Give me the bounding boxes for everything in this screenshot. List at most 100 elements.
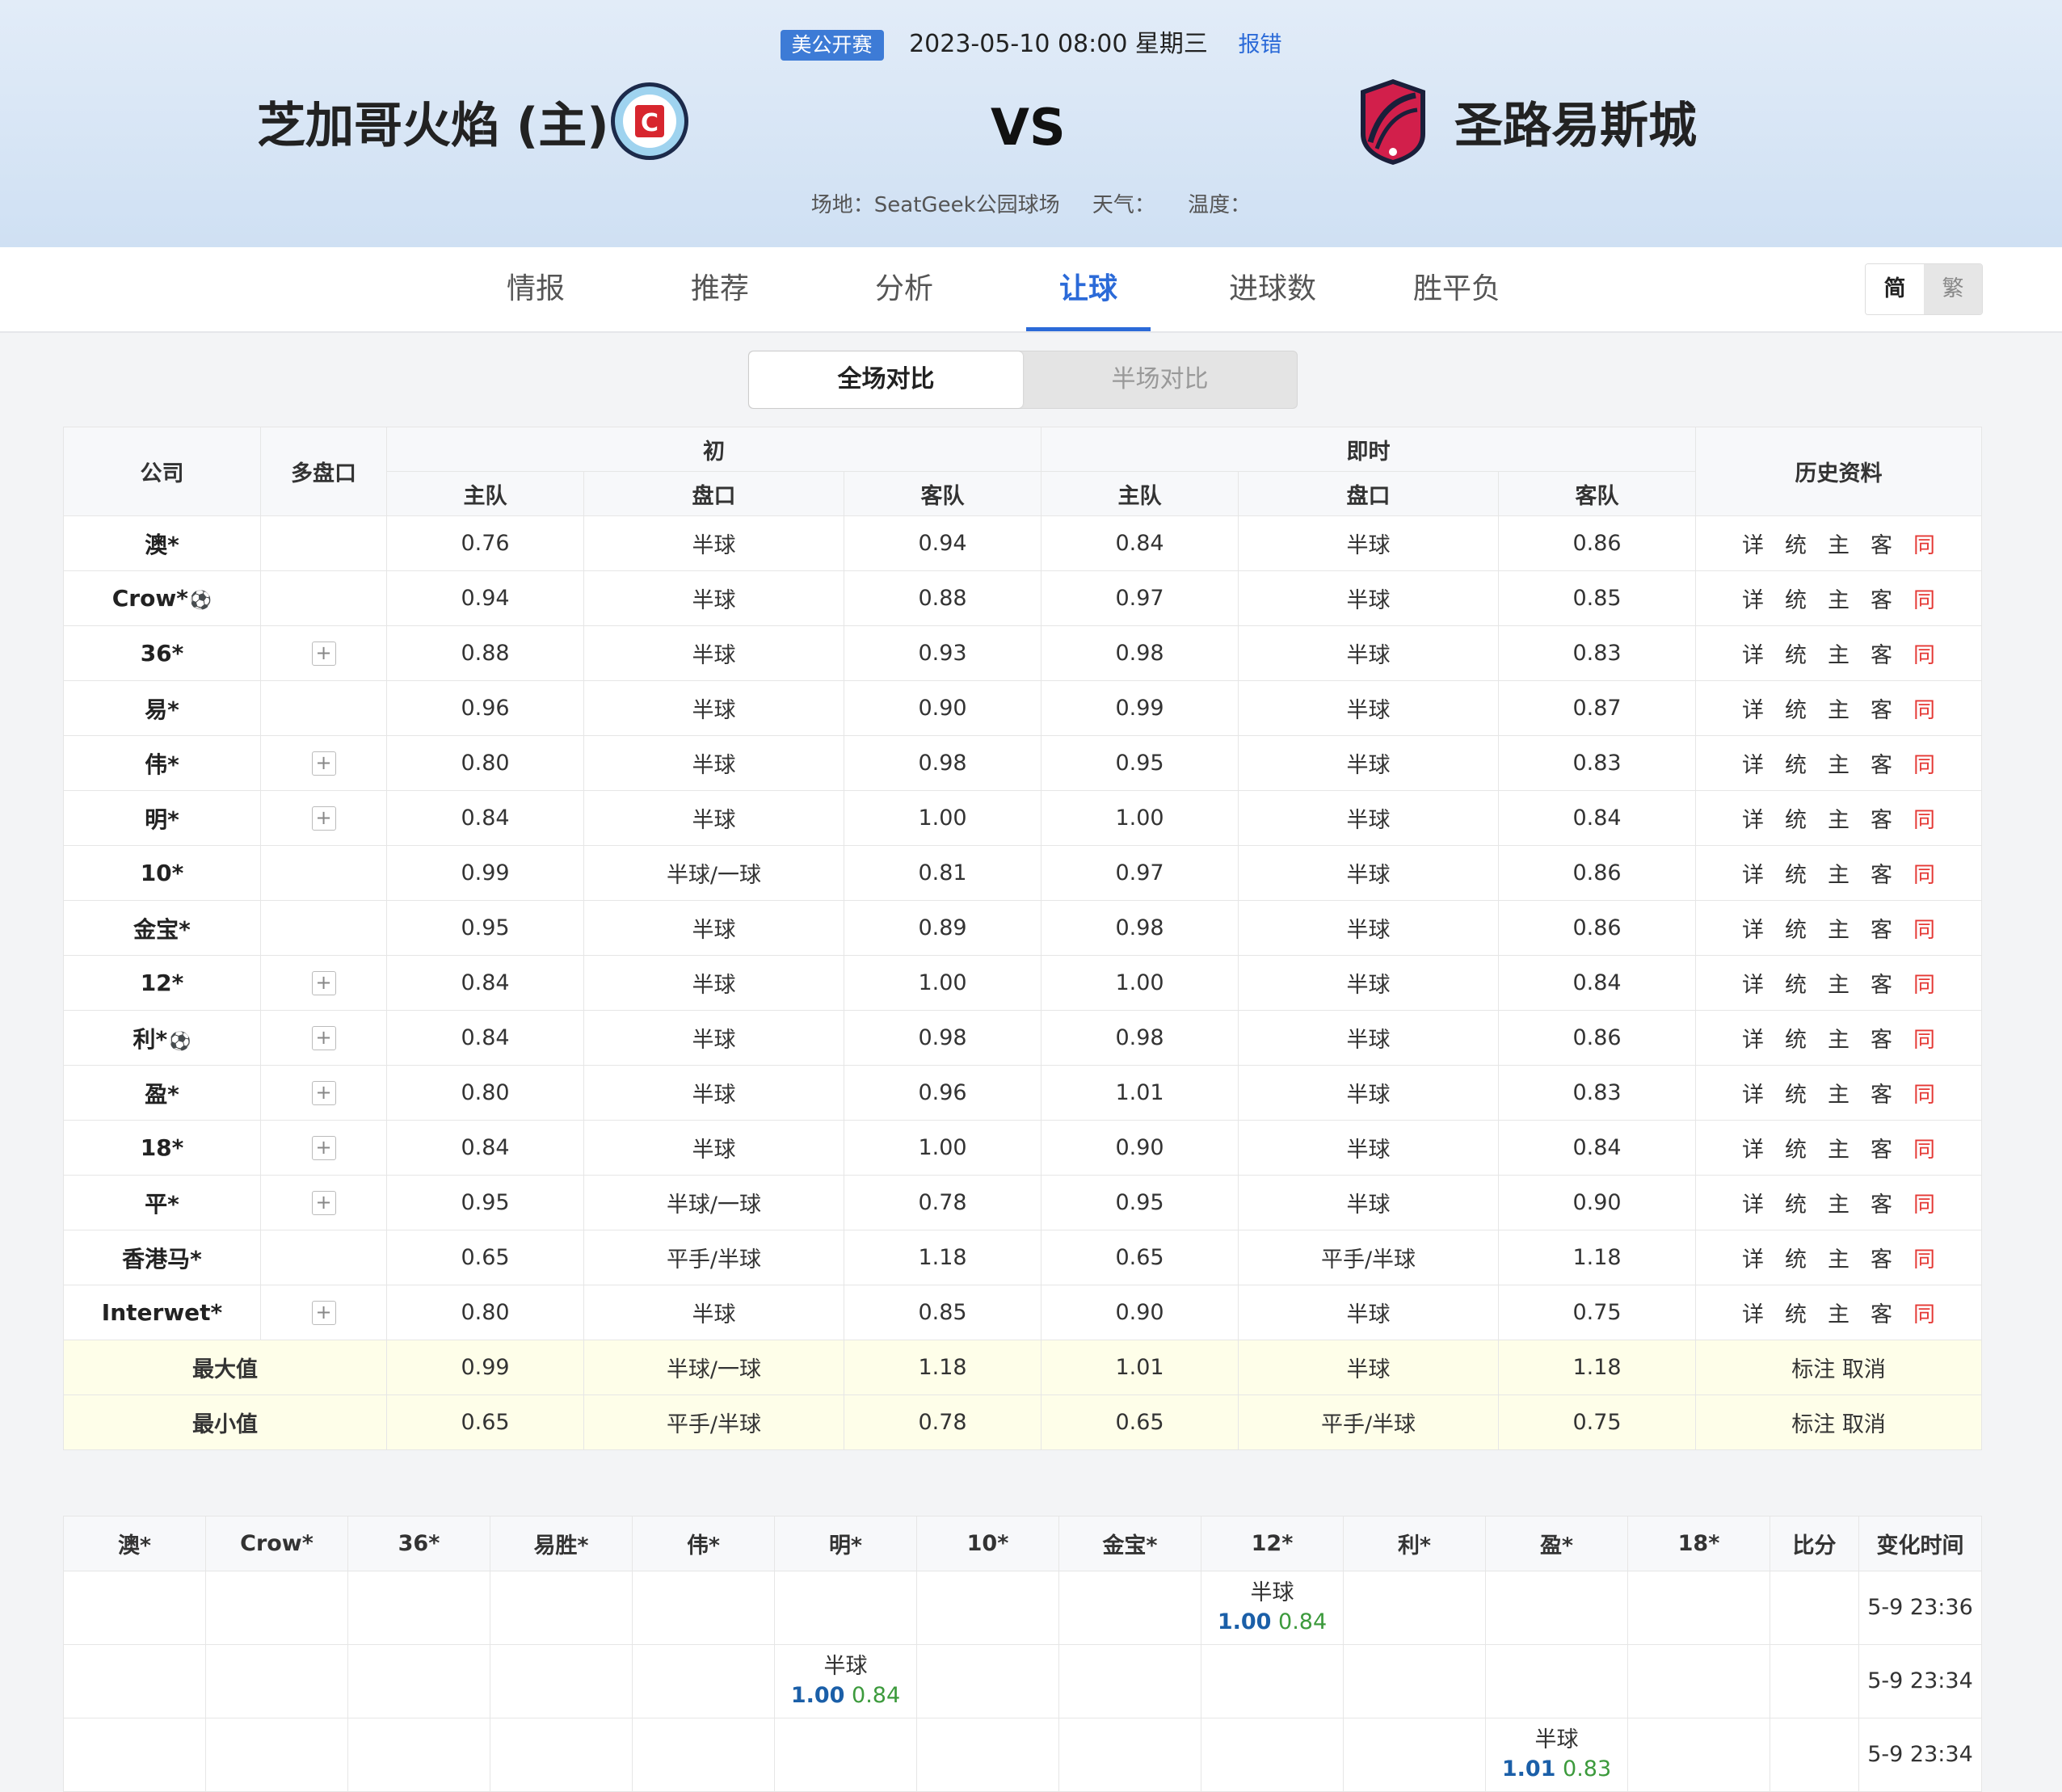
- company-name[interactable]: 盈*: [63, 1065, 261, 1121]
- history-away-link[interactable]: 客: [1871, 1297, 1892, 1328]
- history-stats-link[interactable]: 统: [1785, 1132, 1807, 1163]
- history-same-link[interactable]: 同: [1913, 583, 1935, 614]
- history-same-link[interactable]: 同: [1913, 1132, 1935, 1163]
- history-away-link[interactable]: 客: [1871, 967, 1892, 999]
- history-home-link[interactable]: 主: [1828, 1132, 1849, 1163]
- history-away-link[interactable]: 客: [1871, 1187, 1892, 1218]
- history-away-link[interactable]: 客: [1871, 583, 1892, 614]
- company-name[interactable]: 明*: [63, 790, 261, 846]
- history-detail-link[interactable]: 详: [1742, 747, 1764, 779]
- history-same-link[interactable]: 同: [1913, 802, 1935, 834]
- history-stats-link[interactable]: 统: [1785, 967, 1807, 999]
- tab-analysis[interactable]: 分析: [842, 247, 966, 331]
- league-badge[interactable]: 美公开赛: [780, 29, 884, 61]
- history-stats-link[interactable]: 统: [1785, 802, 1807, 834]
- history-home-link[interactable]: 主: [1828, 1077, 1849, 1108]
- history-detail-link[interactable]: 详: [1742, 802, 1764, 834]
- history-away-link[interactable]: 客: [1871, 1077, 1892, 1108]
- company-name[interactable]: 18*: [63, 1120, 261, 1176]
- company-name[interactable]: Crow*⚽: [63, 570, 261, 626]
- away-team-name[interactable]: 圣路易斯城: [1454, 89, 1697, 163]
- company-name[interactable]: 易*: [63, 680, 261, 736]
- history-detail-link[interactable]: 详: [1742, 637, 1764, 669]
- chicago-fire-logo[interactable]: C: [609, 81, 690, 162]
- history-stats-link[interactable]: 统: [1785, 1077, 1807, 1108]
- company-name[interactable]: 平*: [63, 1175, 261, 1230]
- expand-plus-icon[interactable]: +: [311, 1191, 336, 1216]
- st-louis-city-logo[interactable]: [1357, 78, 1429, 166]
- history-stats-link[interactable]: 统: [1785, 747, 1807, 779]
- history-same-link[interactable]: 同: [1913, 1187, 1935, 1218]
- history-detail-link[interactable]: 详: [1742, 912, 1764, 944]
- tab-goals[interactable]: 进球数: [1210, 247, 1335, 331]
- history-home-link[interactable]: 主: [1828, 692, 1849, 724]
- expand-plus-icon[interactable]: +: [311, 642, 336, 667]
- history-stats-link[interactable]: 统: [1785, 1022, 1807, 1054]
- company-name[interactable]: Interwet*: [63, 1285, 261, 1340]
- expand-plus-icon[interactable]: +: [311, 1301, 336, 1326]
- history-detail-link[interactable]: 详: [1742, 857, 1764, 889]
- history-detail-link[interactable]: 详: [1742, 583, 1764, 614]
- history-stats-link[interactable]: 统: [1785, 528, 1807, 559]
- history-stats-link[interactable]: 统: [1785, 1297, 1807, 1328]
- history-stats-link[interactable]: 统: [1785, 912, 1807, 944]
- expand-plus-icon[interactable]: +: [311, 751, 336, 776]
- history-detail-link[interactable]: 详: [1742, 1187, 1764, 1218]
- history-same-link[interactable]: 同: [1913, 692, 1935, 724]
- history-detail-link[interactable]: 详: [1742, 1077, 1764, 1108]
- company-name[interactable]: 36*: [63, 625, 261, 681]
- history-same-link[interactable]: 同: [1913, 967, 1935, 999]
- history-stats-link[interactable]: 统: [1785, 857, 1807, 889]
- company-name[interactable]: 12*: [63, 955, 261, 1011]
- company-name[interactable]: 利*⚽: [63, 1010, 261, 1066]
- history-detail-link[interactable]: 详: [1742, 1132, 1764, 1163]
- lang-traditional-button[interactable]: 繁: [1924, 264, 1982, 314]
- history-home-link[interactable]: 主: [1828, 857, 1849, 889]
- summary-actions[interactable]: 标注 取消: [1695, 1394, 1983, 1450]
- history-away-link[interactable]: 客: [1871, 1132, 1892, 1163]
- tab-recommend[interactable]: 推荐: [658, 247, 782, 331]
- history-away-link[interactable]: 客: [1871, 747, 1892, 779]
- history-stats-link[interactable]: 统: [1785, 1187, 1807, 1218]
- history-same-link[interactable]: 同: [1913, 1022, 1935, 1054]
- history-away-link[interactable]: 客: [1871, 857, 1892, 889]
- history-home-link[interactable]: 主: [1828, 1187, 1849, 1218]
- history-same-link[interactable]: 同: [1913, 1077, 1935, 1108]
- full-match-compare-button[interactable]: 全场对比: [749, 351, 1023, 408]
- history-same-link[interactable]: 同: [1913, 912, 1935, 944]
- company-name[interactable]: 10*: [63, 845, 261, 901]
- home-team-name[interactable]: 芝加哥火焰 (主): [257, 89, 609, 163]
- history-away-link[interactable]: 客: [1871, 692, 1892, 724]
- history-home-link[interactable]: 主: [1828, 1242, 1849, 1273]
- history-home-link[interactable]: 主: [1828, 967, 1849, 999]
- tab-intel[interactable]: 情报: [473, 247, 598, 331]
- history-same-link[interactable]: 同: [1913, 1297, 1935, 1328]
- history-home-link[interactable]: 主: [1828, 528, 1849, 559]
- expand-plus-icon[interactable]: +: [311, 1136, 336, 1161]
- summary-actions[interactable]: 标注 取消: [1695, 1340, 1983, 1395]
- history-same-link[interactable]: 同: [1913, 747, 1935, 779]
- history-away-link[interactable]: 客: [1871, 1022, 1892, 1054]
- history-detail-link[interactable]: 详: [1742, 1297, 1764, 1328]
- history-detail-link[interactable]: 详: [1742, 528, 1764, 559]
- history-detail-link[interactable]: 详: [1742, 1022, 1764, 1054]
- history-home-link[interactable]: 主: [1828, 637, 1849, 669]
- history-same-link[interactable]: 同: [1913, 528, 1935, 559]
- tab-win-draw-loss[interactable]: 胜平负: [1395, 247, 1519, 331]
- expand-plus-icon[interactable]: +: [311, 971, 336, 996]
- history-stats-link[interactable]: 统: [1785, 1242, 1807, 1273]
- history-same-link[interactable]: 同: [1913, 857, 1935, 889]
- history-detail-link[interactable]: 详: [1742, 1242, 1764, 1273]
- history-away-link[interactable]: 客: [1871, 802, 1892, 834]
- half-match-compare-button[interactable]: 半场对比: [1023, 351, 1297, 408]
- history-away-link[interactable]: 客: [1871, 637, 1892, 669]
- history-home-link[interactable]: 主: [1828, 1022, 1849, 1054]
- expand-plus-icon[interactable]: +: [311, 806, 336, 831]
- history-away-link[interactable]: 客: [1871, 1242, 1892, 1273]
- expand-plus-icon[interactable]: +: [311, 1026, 336, 1051]
- company-name[interactable]: 澳*: [63, 515, 261, 571]
- company-name[interactable]: 金宝*: [63, 900, 261, 956]
- history-home-link[interactable]: 主: [1828, 1297, 1849, 1328]
- history-stats-link[interactable]: 统: [1785, 637, 1807, 669]
- history-home-link[interactable]: 主: [1828, 747, 1849, 779]
